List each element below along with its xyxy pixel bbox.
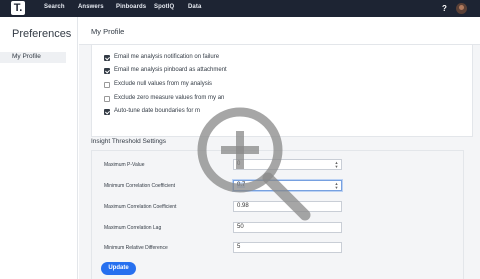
sidebar: Preferences My Profile	[0, 17, 78, 279]
update-button[interactable]: Update	[101, 262, 136, 275]
input-value: 5	[237, 244, 241, 250]
field-label-min-corr: Minimum Correlation Coefficient	[104, 183, 176, 189]
top-nav: T. Search Answers Pinboards SpotIQ Data …	[0, 0, 480, 17]
checkbox[interactable]	[104, 96, 110, 102]
nav-answers[interactable]: Answers	[78, 4, 104, 10]
checkbox[interactable]	[104, 55, 110, 61]
avatar[interactable]	[456, 3, 467, 14]
sidebar-item-my-profile[interactable]: My Profile	[0, 52, 66, 63]
input-value: 0.98	[237, 203, 249, 209]
thoughtspot-logo[interactable]: T.	[11, 1, 25, 15]
option-label: Auto-tune date boundaries for m	[114, 108, 201, 114]
max-lag-input[interactable]: 50	[233, 222, 342, 233]
field-label-max-p-value: Maximum P-Value	[104, 162, 145, 168]
input-value: 50	[237, 224, 244, 230]
field-label-min-rel-diff: Minimum Relative Difference	[104, 245, 168, 251]
sidebar-item-label: My Profile	[12, 53, 41, 60]
option-label: Exclude null values from my analysis	[114, 81, 213, 87]
insight-section-title: Insight Threshold Settings	[91, 138, 167, 145]
option-label: Email me analysis notification on failur…	[114, 54, 220, 60]
max-p-value-input[interactable]: 0 ▲ ▼	[233, 159, 342, 170]
option-label: Exclude zero measure values from my an	[114, 95, 225, 101]
option-label: Email me analysis pinboard as attachment	[114, 67, 227, 73]
main-header: My Profile	[79, 17, 480, 45]
checkbox[interactable]	[104, 68, 110, 74]
nav-spotiq[interactable]: SpotIQ	[154, 4, 174, 10]
min-correlation-input[interactable]: 0.7 ▲ ▼	[233, 180, 342, 191]
input-value: 0	[237, 161, 241, 167]
nav-data[interactable]: Data	[188, 4, 201, 10]
checkbox[interactable]	[104, 82, 110, 88]
input-value: 0.7	[237, 182, 246, 188]
stepper-icon[interactable]: ▲ ▼	[334, 161, 339, 169]
min-relative-difference-input[interactable]: 5	[233, 242, 342, 253]
page-title: My Profile	[91, 27, 125, 36]
max-correlation-input[interactable]: 0.98	[233, 201, 342, 212]
checkbox[interactable]	[104, 109, 110, 115]
field-label-max-corr: Maximum Correlation Coefficient	[104, 204, 177, 210]
sidebar-title: Preferences	[12, 28, 72, 40]
help-icon[interactable]: ?	[440, 3, 449, 14]
field-label-max-lag: Maximum Correlation Lag	[104, 225, 162, 231]
stepper-icon[interactable]: ▲ ▼	[334, 182, 339, 190]
nav-search[interactable]: Search	[44, 4, 65, 10]
nav-pinboards[interactable]: Pinboards	[116, 4, 146, 10]
